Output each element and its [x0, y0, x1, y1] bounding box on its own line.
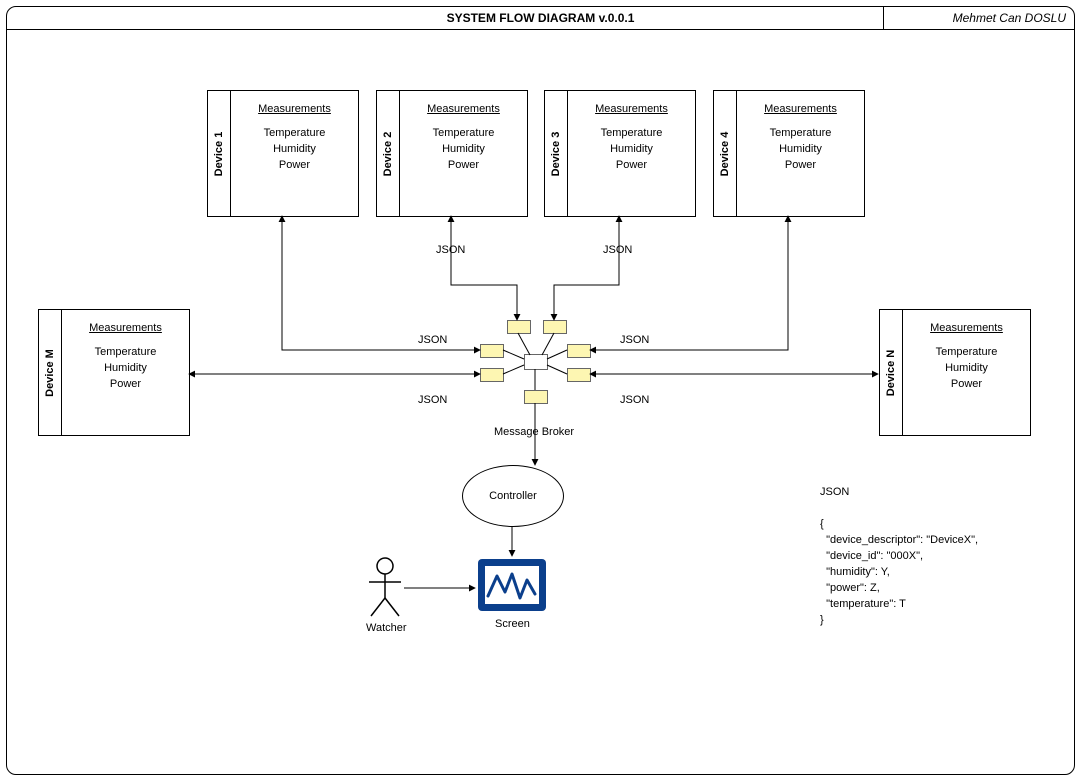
title-divider — [883, 7, 884, 29]
device-2: Device 2 Measurements Temperature Humidi… — [376, 90, 528, 217]
device-1-side: Device 1 — [208, 91, 231, 216]
device-2-m2: Power — [400, 157, 527, 173]
diagram-page: SYSTEM FLOW DIAGRAM v.0.0.1 Mehmet Can D… — [0, 0, 1081, 781]
broker-port-top-right — [543, 320, 567, 334]
json-label-dn: JSON — [620, 394, 649, 406]
device-1-m0: Temperature — [231, 125, 358, 141]
device-1-label: Device 1 — [213, 131, 225, 176]
device-4-m1: Humidity — [737, 141, 864, 157]
device-3-side: Device 3 — [545, 91, 568, 216]
device-n-heading: Measurements — [930, 322, 1003, 334]
device-1: Device 1 Measurements Temperature Humidi… — [207, 90, 359, 217]
device-3-m1: Humidity — [568, 141, 695, 157]
diagram-title: SYSTEM FLOW DIAGRAM v.0.0.1 — [7, 7, 1074, 29]
broker-port-right-top — [567, 344, 591, 358]
device-n-m1: Humidity — [903, 360, 1030, 376]
json-label-d4: JSON — [620, 334, 649, 346]
json-label-d3: JSON — [603, 244, 632, 256]
device-4-heading: Measurements — [764, 103, 837, 115]
device-m-body: Measurements Temperature Humidity Power — [62, 310, 189, 435]
device-n-body: Measurements Temperature Humidity Power — [903, 310, 1030, 435]
device-4: Device 4 Measurements Temperature Humidi… — [713, 90, 865, 217]
device-m-m1: Humidity — [62, 360, 189, 376]
device-2-m0: Temperature — [400, 125, 527, 141]
device-3-m0: Temperature — [568, 125, 695, 141]
device-2-side: Device 2 — [377, 91, 400, 216]
diagram-author: Mehmet Can DOSLU — [953, 7, 1066, 29]
device-m-heading: Measurements — [89, 322, 162, 334]
device-n-label: Device N — [885, 349, 897, 395]
device-m: Device M Measurements Temperature Humidi… — [38, 309, 190, 436]
device-m-label: Device M — [44, 349, 56, 397]
watcher-icon — [365, 556, 405, 618]
json-label-d2: JSON — [436, 244, 465, 256]
device-2-body: Measurements Temperature Humidity Power — [400, 91, 527, 216]
device-4-m0: Temperature — [737, 125, 864, 141]
device-3-label: Device 3 — [550, 131, 562, 176]
device-1-body: Measurements Temperature Humidity Power — [231, 91, 358, 216]
controller: Controller — [462, 465, 564, 527]
device-3: Device 3 Measurements Temperature Humidi… — [544, 90, 696, 217]
broker-center — [524, 354, 548, 370]
device-1-heading: Measurements — [258, 103, 331, 115]
device-1-m2: Power — [231, 157, 358, 173]
device-2-label: Device 2 — [382, 131, 394, 176]
device-2-m1: Humidity — [400, 141, 527, 157]
json-label-d1: JSON — [418, 334, 447, 346]
device-m-m2: Power — [62, 376, 189, 392]
broker-port-bottom — [524, 390, 548, 404]
device-3-m2: Power — [568, 157, 695, 173]
broker-port-top-left — [507, 320, 531, 334]
broker-port-right-bot — [567, 368, 591, 382]
device-3-heading: Measurements — [595, 103, 668, 115]
title-bar: SYSTEM FLOW DIAGRAM v.0.0.1 Mehmet Can D… — [7, 7, 1074, 30]
device-4-m2: Power — [737, 157, 864, 173]
json-label-dm: JSON — [418, 394, 447, 406]
device-3-body: Measurements Temperature Humidity Power — [568, 91, 695, 216]
device-n-m2: Power — [903, 376, 1030, 392]
device-n: Device N Measurements Temperature Humidi… — [879, 309, 1031, 436]
device-m-side: Device M — [39, 310, 62, 435]
device-4-label: Device 4 — [719, 131, 731, 176]
device-n-m0: Temperature — [903, 344, 1030, 360]
device-2-heading: Measurements — [427, 103, 500, 115]
device-n-side: Device N — [880, 310, 903, 435]
device-m-m0: Temperature — [62, 344, 189, 360]
device-4-body: Measurements Temperature Humidity Power — [737, 91, 864, 216]
device-1-m1: Humidity — [231, 141, 358, 157]
controller-label: Controller — [489, 490, 537, 502]
message-broker-label: Message Broker — [494, 426, 574, 438]
screen-icon — [477, 558, 547, 612]
screen-label: Screen — [495, 618, 530, 630]
broker-port-left-bot — [480, 368, 504, 382]
watcher-label: Watcher — [366, 622, 407, 634]
json-example-body: { "device_descriptor": "DeviceX", "devic… — [820, 516, 978, 628]
json-example-title: JSON — [820, 486, 849, 498]
broker-port-left-top — [480, 344, 504, 358]
device-4-side: Device 4 — [714, 91, 737, 216]
